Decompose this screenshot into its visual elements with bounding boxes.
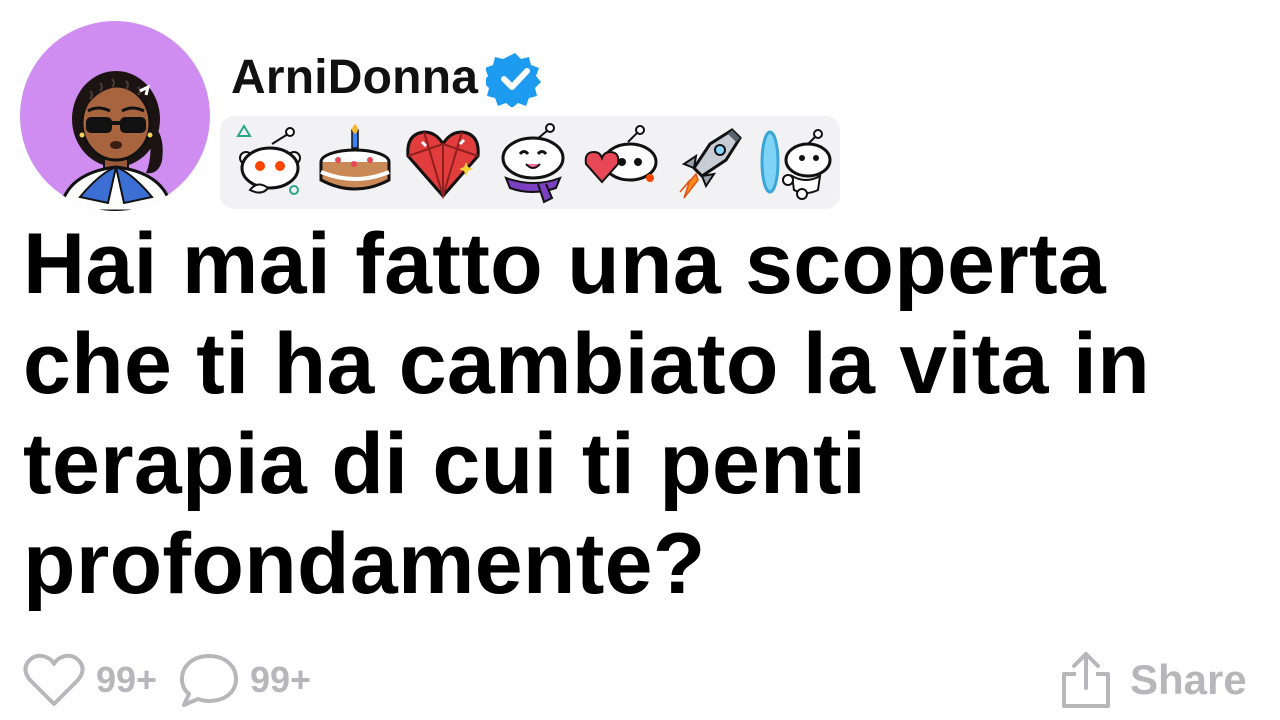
avatar[interactable] bbox=[20, 21, 210, 211]
comment-bubble-icon bbox=[180, 654, 238, 707]
snoo-scarf-award-icon[interactable] bbox=[492, 122, 574, 204]
post-title-line-1: Hai mai fatto una scoperta bbox=[23, 216, 1107, 312]
comment-count: 99+ bbox=[250, 659, 312, 700]
author-row: ArniDonna bbox=[231, 50, 544, 107]
post-title: Hai mai fatto una scoperta che ti ha camb… bbox=[23, 214, 1268, 614]
snoo-triangle-award-icon[interactable] bbox=[228, 122, 310, 204]
post-actions: 99+ 99+ Share bbox=[0, 645, 1280, 715]
share-button[interactable]: Share bbox=[1056, 645, 1247, 715]
like-button[interactable]: 99+ bbox=[22, 645, 157, 715]
awards-strip bbox=[220, 116, 840, 209]
post-title-line-3: terapia di cui ti penti bbox=[23, 416, 867, 512]
birthday-cake-award-icon[interactable] bbox=[314, 122, 396, 204]
snoo-heart-award-icon[interactable] bbox=[580, 122, 662, 204]
post-card: ArniDonna Hai mai fatto una scoperta che… bbox=[0, 0, 1280, 720]
share-icon bbox=[1062, 652, 1110, 708]
like-count: 99+ bbox=[96, 659, 158, 700]
username[interactable]: ArniDonna bbox=[231, 54, 478, 102]
comment-button[interactable]: 99+ bbox=[178, 645, 311, 715]
verified-badge-icon bbox=[486, 53, 542, 107]
crystal-heart-award-icon[interactable] bbox=[402, 122, 484, 204]
snoo-portal-award-icon[interactable] bbox=[756, 122, 838, 204]
avatar-illustration bbox=[58, 71, 174, 211]
share-label: Share bbox=[1130, 656, 1247, 703]
rocket-award-icon[interactable] bbox=[666, 122, 748, 204]
post-title-line-2: che ti ha cambiato la vita in bbox=[23, 316, 1151, 412]
heart-icon bbox=[23, 653, 85, 706]
post-title-line-4: profondamente? bbox=[23, 516, 706, 612]
